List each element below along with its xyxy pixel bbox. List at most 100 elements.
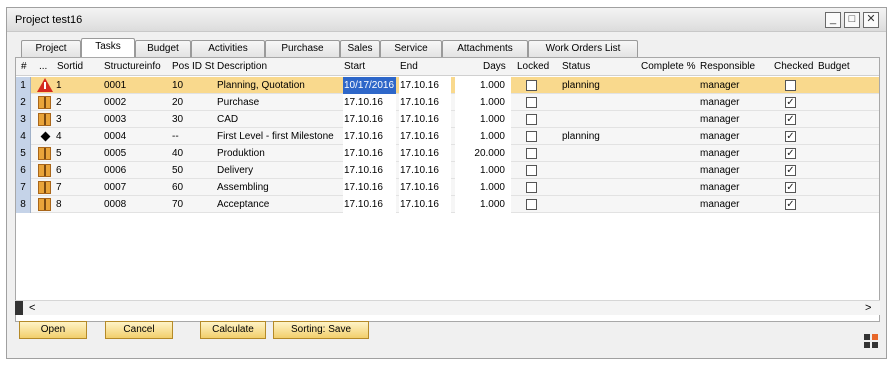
description-cell[interactable]: Acceptance	[217, 196, 341, 213]
status-cell[interactable]: planning	[562, 77, 626, 94]
close-button[interactable]: ✕	[863, 12, 879, 28]
end-date-cell[interactable]: 17.10.16	[399, 111, 451, 128]
table-row[interactable]: 1 1 0001 10 Planning, Quotation 10/17/2016 17.…	[16, 77, 879, 94]
col-header-days[interactable]: Days	[483, 58, 506, 76]
horizontal-scrollbar[interactable]: < >	[15, 300, 880, 315]
row-number[interactable]: 2	[16, 94, 31, 111]
days-cell[interactable]: 1.000	[455, 111, 511, 128]
structureinfo-cell[interactable]: 0008	[104, 196, 164, 213]
responsible-cell[interactable]: manager	[700, 145, 770, 162]
posid-cell[interactable]: 30	[172, 111, 212, 128]
description-cell[interactable]: CAD	[217, 111, 341, 128]
table-row[interactable]: 7 7 0007 60 Assembling 17.10.16 17.10.16 1.000 m…	[16, 179, 879, 196]
locked-checkbox[interactable]	[526, 131, 537, 142]
table-row[interactable]: 2 2 0002 20 Purchase 17.10.16 17.10.16 1.000 man…	[16, 94, 879, 111]
start-date-cell[interactable]: 17.10.16	[343, 145, 396, 162]
row-number[interactable]: 5	[16, 145, 31, 162]
col-header-complete[interactable]: Complete %	[641, 58, 695, 76]
posid-cell[interactable]: --	[172, 128, 212, 145]
locked-checkbox[interactable]	[526, 182, 537, 193]
sorting-save-button[interactable]: Sorting: Save	[273, 321, 369, 339]
locked-checkbox[interactable]	[526, 165, 537, 176]
start-date-cell[interactable]: 17.10.16	[343, 162, 396, 179]
col-header-start[interactable]: Start	[344, 58, 365, 76]
col-header-sortid[interactable]: Sortid	[57, 58, 83, 76]
responsible-cell[interactable]: manager	[700, 111, 770, 128]
posid-cell[interactable]: 60	[172, 179, 212, 196]
sortid-cell[interactable]: 1	[56, 77, 96, 94]
posid-cell[interactable]: 70	[172, 196, 212, 213]
days-cell[interactable]: 20.000	[455, 145, 511, 162]
status-cell[interactable]	[562, 162, 626, 179]
responsible-cell[interactable]: manager	[700, 196, 770, 213]
end-date-cell[interactable]: 17.10.16	[399, 145, 451, 162]
table-row[interactable]: 3 3 0003 30 CAD 17.10.16 17.10.16 1.000 manager ✓	[16, 111, 879, 128]
end-date-cell[interactable]: 17.10.16	[399, 196, 451, 213]
calculate-button[interactable]: Calculate	[200, 321, 266, 339]
responsible-cell[interactable]: manager	[700, 179, 770, 196]
tab-activities[interactable]: Activities	[191, 40, 265, 57]
row-number[interactable]: 8	[16, 196, 31, 213]
col-header-budget[interactable]: Budget	[818, 58, 850, 76]
scroll-right-arrow[interactable]: >	[865, 301, 871, 315]
row-number[interactable]: 7	[16, 179, 31, 196]
structureinfo-cell[interactable]: 0006	[104, 162, 164, 179]
status-cell[interactable]	[562, 145, 626, 162]
start-date-cell[interactable]: 17.10.16	[343, 94, 396, 111]
tab-work-orders-list[interactable]: Work Orders List	[528, 40, 638, 57]
days-cell[interactable]: 1.000	[455, 162, 511, 179]
scroll-thumb-marker[interactable]	[15, 301, 23, 315]
locked-checkbox[interactable]	[526, 148, 537, 159]
end-date-cell[interactable]: 17.10.16	[399, 77, 451, 94]
open-button[interactable]: Open	[19, 321, 87, 339]
days-cell[interactable]: 1.000	[455, 94, 511, 111]
locked-checkbox[interactable]	[526, 80, 537, 91]
tab-sales[interactable]: Sales	[340, 40, 380, 57]
row-number[interactable]: 3	[16, 111, 31, 128]
tab-attachments[interactable]: Attachments	[442, 40, 528, 57]
start-date-cell[interactable]: 17.10.16	[343, 179, 396, 196]
end-date-cell[interactable]: 17.10.16	[399, 179, 451, 196]
structureinfo-cell[interactable]: 0002	[104, 94, 164, 111]
col-header-locked[interactable]: Locked	[517, 58, 549, 76]
table-row[interactable]: 8 8 0008 70 Acceptance 17.10.16 17.10.16 1.000 m…	[16, 196, 879, 213]
days-cell[interactable]: 1.000	[455, 128, 511, 145]
tab-project[interactable]: Project	[21, 40, 81, 57]
col-header-structureinfo[interactable]: Structureinfo	[104, 58, 161, 76]
cancel-button[interactable]: Cancel	[105, 321, 173, 339]
days-cell[interactable]: 1.000	[455, 77, 511, 94]
description-cell[interactable]: Delivery	[217, 162, 341, 179]
checked-checkbox[interactable]: ✓	[785, 131, 796, 142]
sortid-cell[interactable]: 8	[56, 196, 96, 213]
status-cell[interactable]	[562, 94, 626, 111]
start-date-cell[interactable]: 17.10.16	[343, 111, 396, 128]
row-number[interactable]: 4	[16, 128, 31, 145]
sortid-cell[interactable]: 5	[56, 145, 96, 162]
structureinfo-cell[interactable]: 0007	[104, 179, 164, 196]
checked-checkbox[interactable]: ✓	[785, 165, 796, 176]
col-header-posid[interactable]: Pos ID St	[172, 58, 216, 76]
end-date-cell[interactable]: 17.10.16	[399, 128, 451, 145]
table-row[interactable]: 6 6 0006 50 Delivery 17.10.16 17.10.16 1.000 man…	[16, 162, 879, 179]
locked-checkbox[interactable]	[526, 97, 537, 108]
col-header-description[interactable]: Description	[217, 58, 267, 76]
table-row[interactable]: 5 5 0005 40 Produktion 17.10.16 17.10.16 20.000…	[16, 145, 879, 162]
start-date-cell[interactable]: 17.10.16	[343, 196, 396, 213]
responsible-cell[interactable]: manager	[700, 94, 770, 111]
checked-checkbox[interactable]: ✓	[785, 182, 796, 193]
end-date-cell[interactable]: 17.10.16	[399, 162, 451, 179]
tab-purchase[interactable]: Purchase	[265, 40, 340, 57]
description-cell[interactable]: Planning, Quotation	[217, 77, 341, 94]
minimize-button[interactable]: _	[825, 12, 841, 28]
col-header-checked[interactable]: Checked	[774, 58, 813, 76]
checked-checkbox[interactable]: ✓	[785, 199, 796, 210]
checked-checkbox[interactable]: ✓	[785, 114, 796, 125]
sortid-cell[interactable]: 7	[56, 179, 96, 196]
sortid-cell[interactable]: 6	[56, 162, 96, 179]
checked-checkbox[interactable]: ✓	[785, 97, 796, 108]
description-cell[interactable]: Purchase	[217, 94, 341, 111]
start-date-cell[interactable]: 10/17/2016	[343, 77, 396, 94]
col-header-end[interactable]: End	[400, 58, 418, 76]
sortid-cell[interactable]: 3	[56, 111, 96, 128]
responsible-cell[interactable]: manager	[700, 162, 770, 179]
